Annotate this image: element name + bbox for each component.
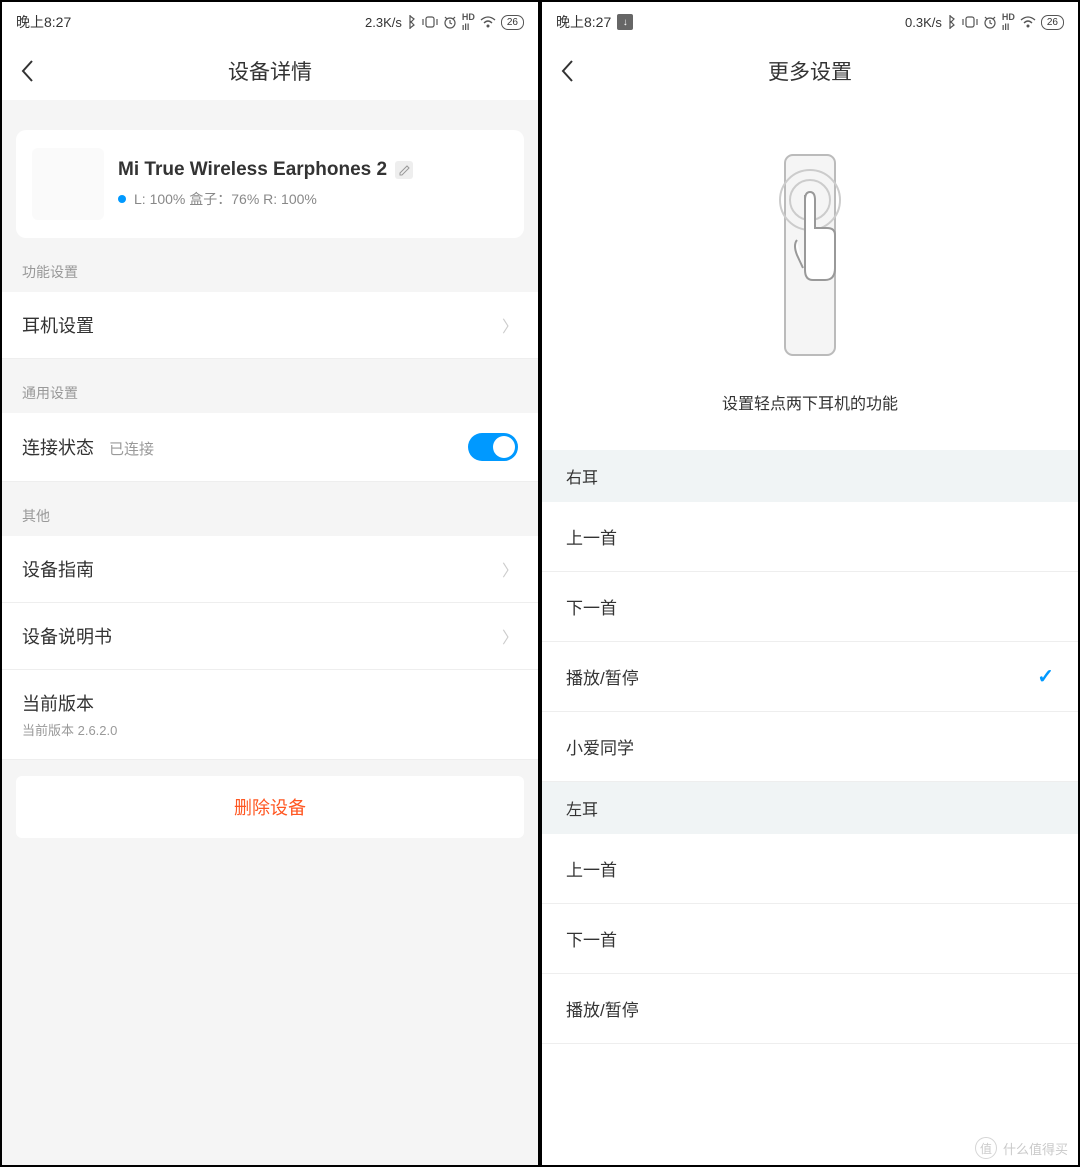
instruction-caption: 设置轻点两下耳机的功能 (542, 390, 1078, 414)
status-time: 晚上8:27 (16, 12, 71, 32)
status-bar: 晚上8:27 ↓ 0.3K/s HDıll 26 (542, 2, 1078, 42)
vibrate-icon (962, 16, 978, 28)
alarm-icon (983, 15, 997, 29)
page-title: 更多设置 (542, 56, 1078, 86)
delete-device-button[interactable]: 删除设备 (16, 776, 524, 838)
chevron-right-icon: 〉 (502, 557, 518, 581)
status-dot-icon (118, 195, 126, 203)
status-icons: 2.3K/s HDıll 26 (365, 12, 524, 32)
chevron-right-icon: 〉 (502, 624, 518, 648)
option-next-left[interactable]: 下一首 (542, 904, 1078, 974)
hd-signal-icon: HDıll (1002, 12, 1015, 32)
option-xiaoai-right[interactable]: 小爱同学 (542, 712, 1078, 782)
right-ear-header: 右耳 (542, 450, 1078, 502)
connection-toggle[interactable] (468, 433, 518, 461)
alarm-icon (443, 15, 457, 29)
network-speed: 0.3K/s (905, 15, 942, 30)
right-screen: 晚上8:27 ↓ 0.3K/s HDıll 26 更多设置 (540, 0, 1080, 1167)
back-button[interactable] (560, 59, 574, 83)
option-playpause-left[interactable]: 播放/暂停 (542, 974, 1078, 1044)
watermark-icon: 值 (975, 1137, 997, 1159)
status-time: 晚上8:27 (556, 12, 611, 32)
nav-bar: 更多设置 (542, 42, 1078, 100)
device-image (32, 148, 104, 220)
left-screen: 晚上8:27 2.3K/s HDıll 26 设备详情 (0, 0, 540, 1167)
device-manual-item[interactable]: 设备说明书 〉 (2, 603, 538, 670)
option-prev-left[interactable]: 上一首 (542, 834, 1078, 904)
version-item[interactable]: 当前版本 当前版本 2.6.2.0 (2, 670, 538, 760)
device-name: Mi True Wireless Earphones 2 (118, 159, 387, 181)
nav-bar: 设备详情 (2, 42, 538, 100)
bluetooth-icon (947, 15, 957, 29)
vibrate-icon (422, 16, 438, 28)
wifi-icon (480, 16, 496, 28)
page-title: 设备详情 (2, 56, 538, 86)
edit-icon[interactable] (395, 161, 413, 179)
check-icon: ✓ (1037, 664, 1054, 689)
download-icon: ↓ (617, 14, 633, 30)
bluetooth-icon (407, 15, 417, 29)
earphone-settings-item[interactable]: 耳机设置 〉 (2, 292, 538, 359)
connection-status-item[interactable]: 连接状态 已连接 (2, 413, 538, 482)
device-card: Mi True Wireless Earphones 2 L: 100% 盒子：… (16, 130, 524, 238)
battery-icon: 26 (1041, 15, 1064, 30)
battery-icon: 26 (501, 15, 524, 30)
back-button[interactable] (20, 59, 34, 83)
option-next-right[interactable]: 下一首 (542, 572, 1078, 642)
section-other: 其他 (2, 482, 538, 536)
hd-signal-icon: HDıll (462, 12, 475, 32)
tap-illustration (542, 150, 1078, 360)
wifi-icon (1020, 16, 1036, 28)
left-ear-header: 左耳 (542, 782, 1078, 834)
option-prev-right[interactable]: 上一首 (542, 502, 1078, 572)
section-general: 通用设置 (2, 359, 538, 413)
chevron-right-icon: 〉 (502, 313, 518, 337)
watermark: 值 什么值得买 (975, 1137, 1068, 1159)
status-icons: 0.3K/s HDıll 26 (905, 12, 1064, 32)
battery-status: L: 100% 盒子：76% R: 100% (134, 189, 317, 209)
option-playpause-right[interactable]: 播放/暂停 ✓ (542, 642, 1078, 712)
section-function: 功能设置 (2, 238, 538, 292)
status-bar: 晚上8:27 2.3K/s HDıll 26 (2, 2, 538, 42)
network-speed: 2.3K/s (365, 15, 402, 30)
device-guide-item[interactable]: 设备指南 〉 (2, 536, 538, 603)
